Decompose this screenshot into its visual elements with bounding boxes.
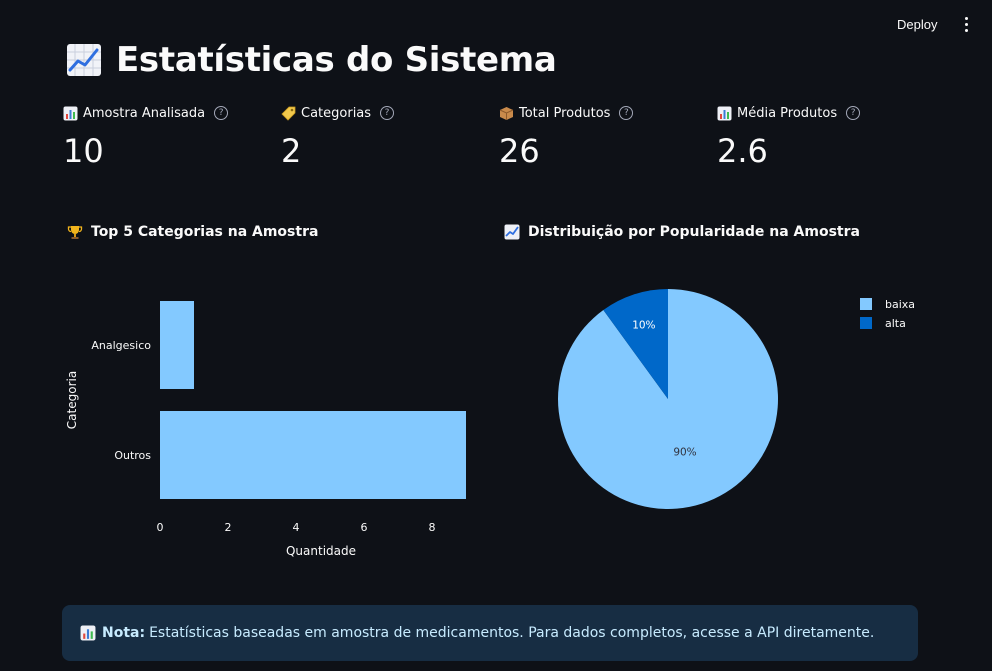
bar-chart-section-title: Top 5 Categorias na Amostra xyxy=(67,224,318,240)
metric-value: 2 xyxy=(281,132,302,170)
metric-value: 10 xyxy=(63,132,104,170)
help-icon[interactable]: ? xyxy=(846,106,861,120)
y-tick-label: Outros xyxy=(114,449,151,462)
metric-average-products: Média Produtos ? 2.6 xyxy=(717,102,917,170)
metric-label: Amostra Analisada xyxy=(83,105,206,121)
pie-chart: 90% 10% baixa alta xyxy=(558,289,915,509)
trophy-icon xyxy=(67,226,83,239)
pie-value-label: 90% xyxy=(673,446,696,458)
x-tick-label: 4 xyxy=(293,521,300,534)
metric-value: 26 xyxy=(499,132,540,170)
bar-chart-icon xyxy=(63,106,78,120)
legend-label[interactable]: alta xyxy=(885,317,906,330)
bar-chart-icon xyxy=(80,625,96,641)
note-label: Nota: xyxy=(102,625,146,641)
bar-chart-icon xyxy=(717,106,732,120)
more-options-icon[interactable] xyxy=(953,11,979,37)
pie-chart-section-title: Distribuição por Popularidade na Amostra xyxy=(504,224,860,240)
metric-categories: Categorias ? 2 xyxy=(281,102,481,170)
x-tick-label: 6 xyxy=(361,521,368,534)
metric-label: Total Produtos xyxy=(519,105,611,121)
x-tick-label: 0 xyxy=(157,521,164,534)
y-tick-label: Analgesico xyxy=(91,339,151,352)
bar-outros[interactable] xyxy=(160,411,466,499)
deploy-button[interactable]: Deploy xyxy=(886,10,948,38)
legend-label[interactable]: baixa xyxy=(885,298,915,311)
x-tick-label: 2 xyxy=(225,521,232,534)
metric-value: 2.6 xyxy=(717,132,768,170)
y-axis-label: Categoria xyxy=(65,371,79,429)
help-icon[interactable]: ? xyxy=(619,106,634,120)
metric-label: Categorias xyxy=(301,105,372,121)
legend-swatch[interactable] xyxy=(860,298,872,310)
pie-chart-title: Distribuição por Popularidade na Amostra xyxy=(528,224,860,240)
package-icon xyxy=(499,106,514,120)
pie-value-label: 10% xyxy=(632,320,655,332)
metric-sample-size: Amostra Analisada ? 10 xyxy=(63,102,263,170)
bar-analgesico[interactable] xyxy=(160,301,194,389)
help-icon[interactable]: ? xyxy=(214,106,229,120)
help-icon[interactable]: ? xyxy=(380,106,395,120)
metric-total-products: Total Produtos ? 26 xyxy=(499,102,699,170)
page-title: Estatísticas do Sistema xyxy=(116,40,557,80)
bar-chart-title: Top 5 Categorias na Amostra xyxy=(91,224,319,240)
chart-increasing-icon xyxy=(67,44,101,76)
info-note: Nota: Estatísticas baseadas em amostra d… xyxy=(62,605,918,661)
tag-icon xyxy=(281,106,296,121)
x-axis-label: Quantidade xyxy=(286,544,356,558)
bar-chart: Categoria Quantidade Analgesico Outros 0 2 4… xyxy=(65,301,466,558)
page-header: Estatísticas do Sistema xyxy=(66,40,557,80)
metric-label: Média Produtos xyxy=(737,105,838,121)
legend-swatch[interactable] xyxy=(860,317,872,329)
x-tick-label: 8 xyxy=(429,521,436,534)
note-text: Estatísticas baseadas em amostra de medi… xyxy=(149,625,875,641)
chart-increasing-icon xyxy=(504,224,520,240)
